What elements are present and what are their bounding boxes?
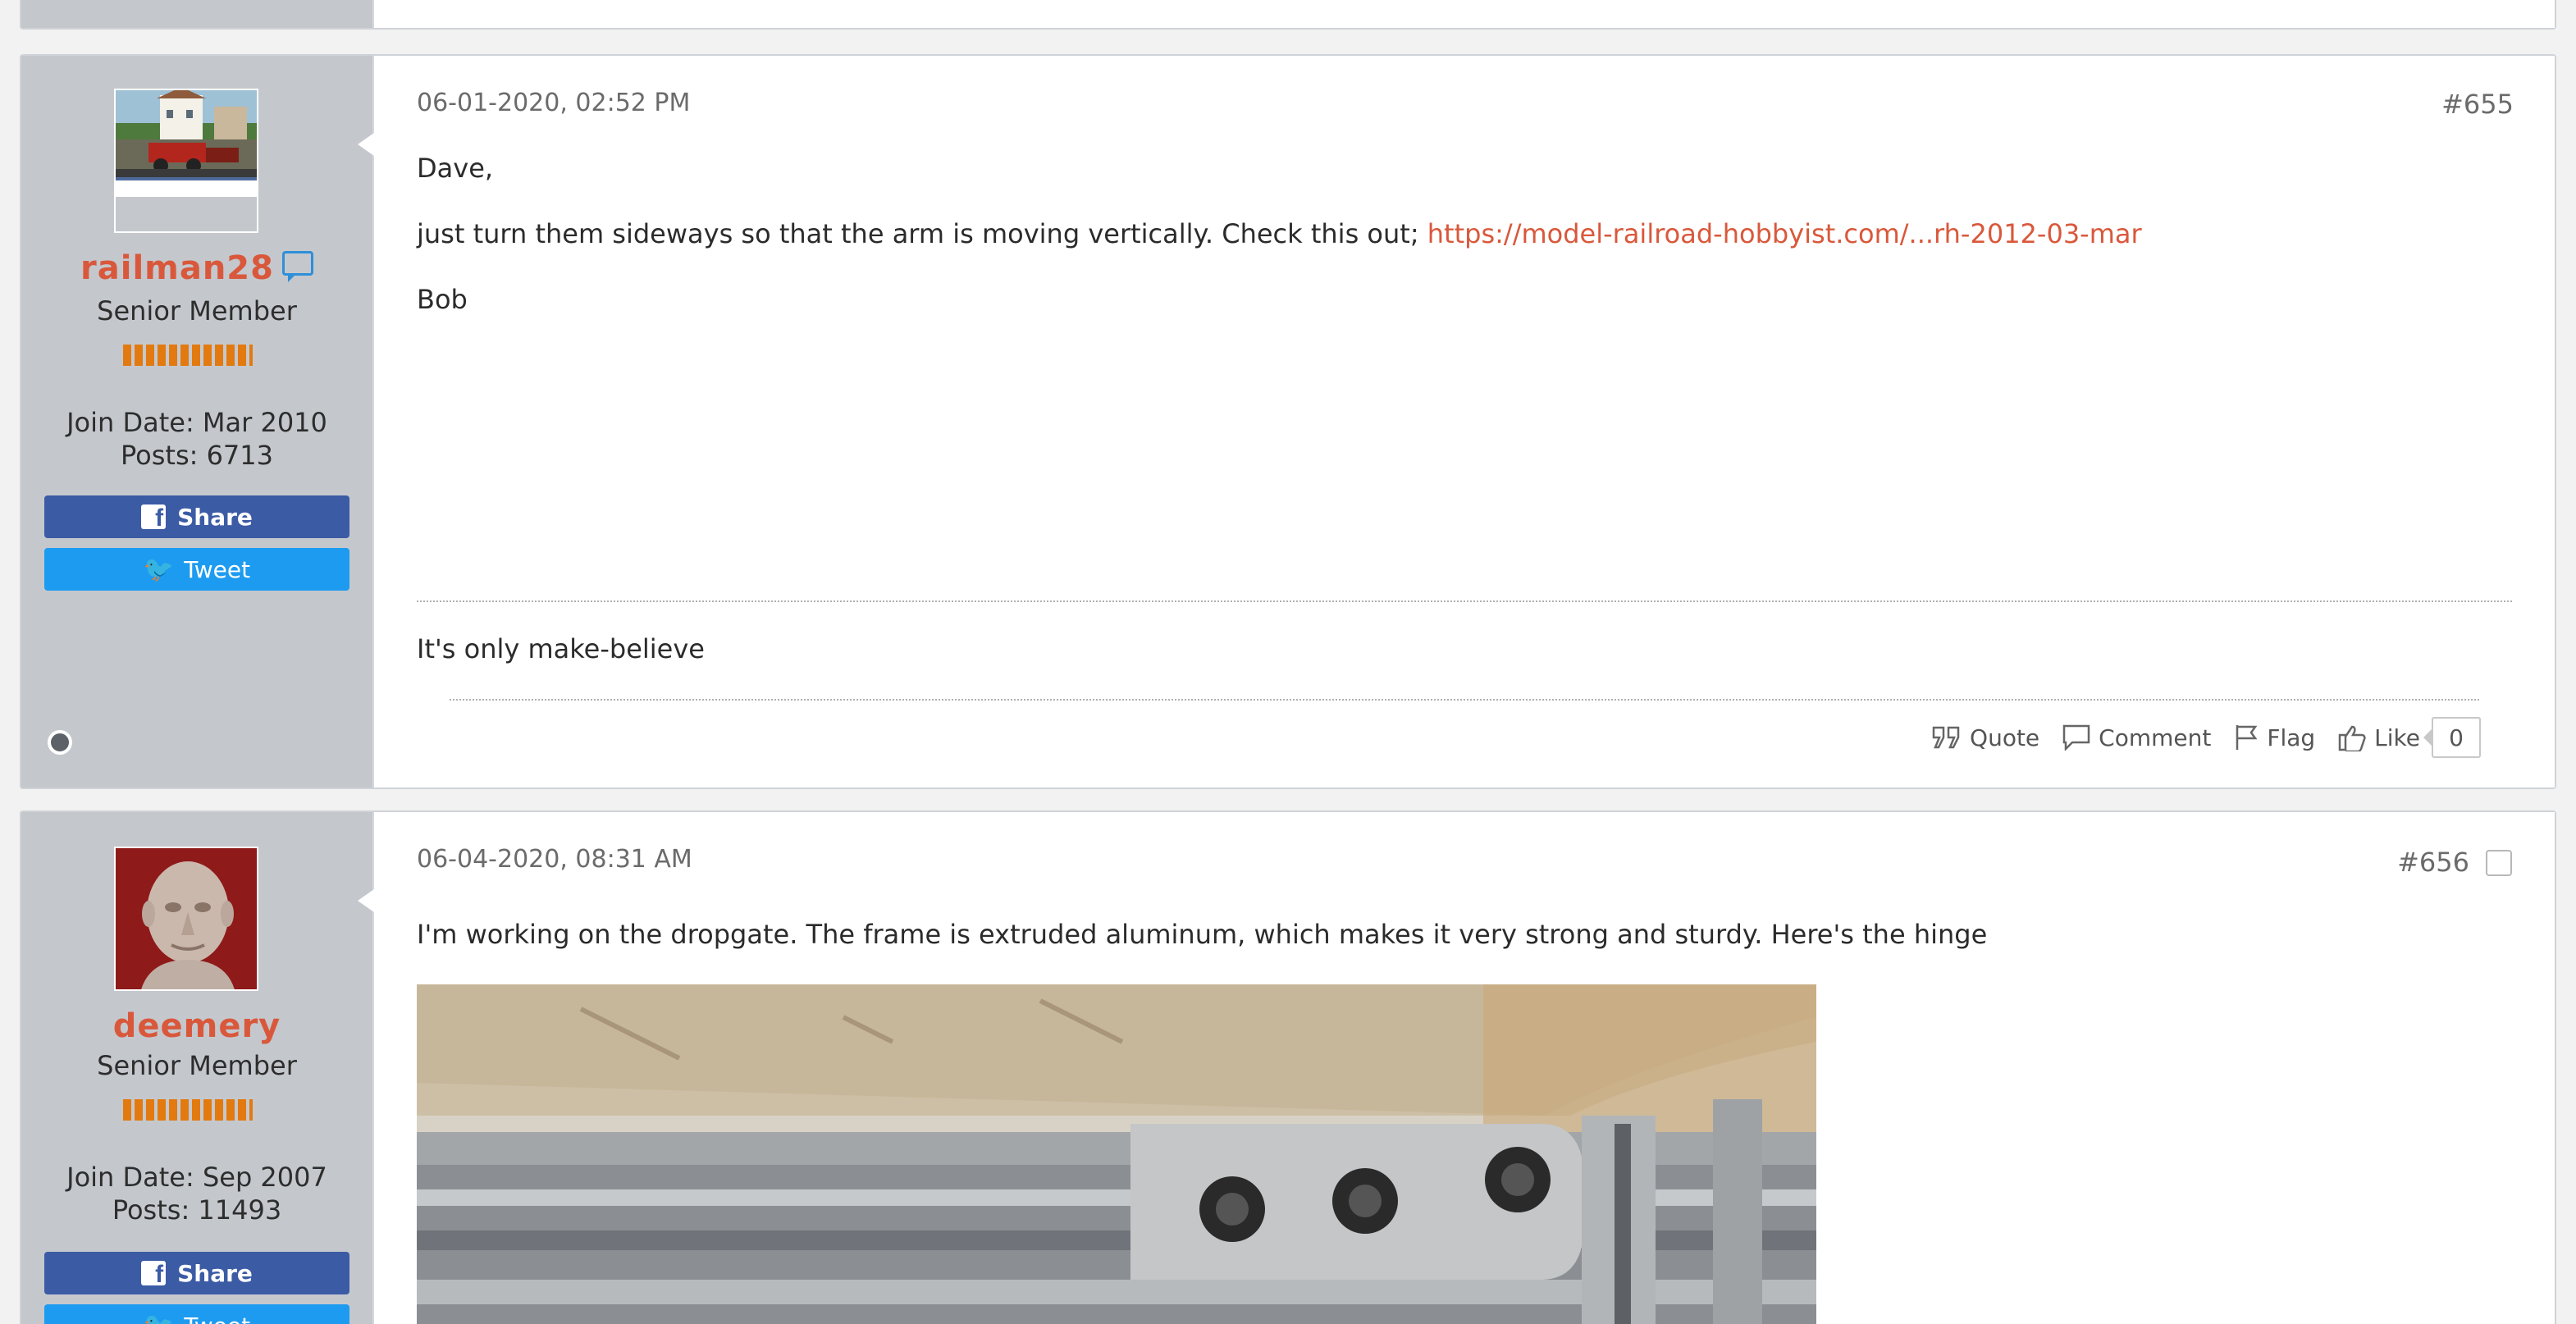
post-actions: Quote Comment Flag Like 0 bbox=[1932, 717, 2481, 758]
post-text-signoff: Bob bbox=[417, 284, 468, 315]
tweet-label: Tweet bbox=[184, 1313, 250, 1324]
user-title: Senior Member bbox=[97, 295, 297, 326]
comment-label: Comment bbox=[2099, 724, 2212, 751]
post-text-greeting: Dave, bbox=[417, 153, 494, 184]
previous-post-body bbox=[372, 0, 2555, 28]
hinge-photo bbox=[417, 984, 1816, 1324]
reputation-bar bbox=[123, 1099, 253, 1121]
thumbs-up-icon bbox=[2338, 725, 2366, 751]
post-date: 06-01-2020, 02:52 PM bbox=[417, 89, 691, 117]
signature-divider bbox=[417, 600, 2512, 602]
post-text: just turn them sideways so that the arm … bbox=[417, 218, 1427, 249]
username-text[interactable]: deemery bbox=[113, 1007, 281, 1045]
post-655-userinfo: railman28 Senior Member Join Date: Mar 2… bbox=[21, 56, 372, 788]
like-count: 0 bbox=[2423, 717, 2481, 758]
username-text[interactable]: railman28 bbox=[80, 249, 274, 287]
post-656-userinfo: deemery Senior Member Join Date: Sep 200… bbox=[21, 812, 372, 1324]
tweet-button[interactable]: 🐦 Tweet bbox=[44, 548, 349, 591]
facebook-share-button[interactable]: Share bbox=[44, 495, 349, 538]
post-text-body: just turn them sideways so that the arm … bbox=[417, 218, 2142, 249]
avatar[interactable] bbox=[114, 847, 258, 991]
twitter-icon: 🐦 bbox=[143, 555, 175, 584]
quote-label: Quote bbox=[1970, 724, 2040, 751]
tweet-button[interactable]: 🐦 Tweet bbox=[44, 1304, 349, 1324]
avatar-deemery-image bbox=[116, 848, 257, 989]
offline-status-icon bbox=[48, 730, 72, 755]
like-button[interactable]: Like bbox=[2338, 724, 2420, 751]
post-656-body: 06-04-2020, 08:31 AM #656 I'm working on… bbox=[358, 812, 2555, 1324]
avatar-railman28-image bbox=[116, 90, 257, 231]
post-656: deemery Senior Member Join Date: Sep 200… bbox=[20, 810, 2556, 1324]
username[interactable]: railman28 bbox=[21, 249, 372, 287]
username[interactable]: deemery bbox=[21, 1007, 372, 1045]
flag-icon bbox=[2236, 725, 2258, 750]
join-date: Join Date: Mar 2010 bbox=[66, 407, 327, 438]
post-655-body: 06-01-2020, 02:52 PM #655 Dave, just tur… bbox=[358, 56, 2555, 788]
reputation-bar bbox=[123, 345, 253, 366]
post-link[interactable]: https://model-railroad-hobbyist.com/...r… bbox=[1427, 218, 2142, 249]
post-count: Posts: 6713 bbox=[120, 440, 273, 471]
speech-bubble-icon[interactable] bbox=[281, 251, 313, 282]
footer-divider bbox=[450, 699, 2479, 701]
post-number[interactable]: #656 bbox=[2397, 847, 2469, 878]
quote-icon bbox=[1932, 726, 1960, 749]
facebook-icon bbox=[141, 504, 167, 532]
signature: It's only make-believe bbox=[417, 633, 705, 664]
post-date: 06-04-2020, 08:31 AM bbox=[417, 845, 692, 874]
quote-button[interactable]: Quote bbox=[1932, 724, 2039, 751]
comment-icon bbox=[2062, 724, 2090, 751]
flag-button[interactable]: Flag bbox=[2234, 724, 2315, 751]
join-date: Join Date: Sep 2007 bbox=[66, 1162, 327, 1193]
previous-post-userinfo bbox=[21, 0, 372, 28]
previous-post bbox=[20, 0, 2556, 30]
comment-button[interactable]: Comment bbox=[2062, 724, 2211, 751]
tweet-label: Tweet bbox=[184, 555, 251, 583]
post-arrow bbox=[358, 889, 374, 912]
post-text: I'm working on the dropgate. The frame i… bbox=[417, 919, 1988, 950]
post-count: Posts: 11493 bbox=[112, 1194, 282, 1226]
avatar[interactable] bbox=[114, 89, 258, 233]
like-label: Like bbox=[2374, 724, 2420, 751]
select-post-checkbox[interactable] bbox=[2486, 850, 2512, 876]
post-image-hinge[interactable] bbox=[417, 984, 1816, 1324]
post-655: railman28 Senior Member Join Date: Mar 2… bbox=[20, 54, 2556, 789]
facebook-icon bbox=[141, 1261, 167, 1289]
twitter-icon: 🐦 bbox=[144, 1312, 174, 1324]
share-label: Share bbox=[177, 1259, 253, 1287]
facebook-share-button[interactable]: Share bbox=[44, 1252, 349, 1294]
share-label: Share bbox=[177, 503, 253, 531]
post-arrow bbox=[358, 133, 374, 156]
user-title: Senior Member bbox=[97, 1050, 297, 1081]
post-number[interactable]: #655 bbox=[2441, 89, 2514, 120]
flag-label: Flag bbox=[2267, 724, 2316, 751]
